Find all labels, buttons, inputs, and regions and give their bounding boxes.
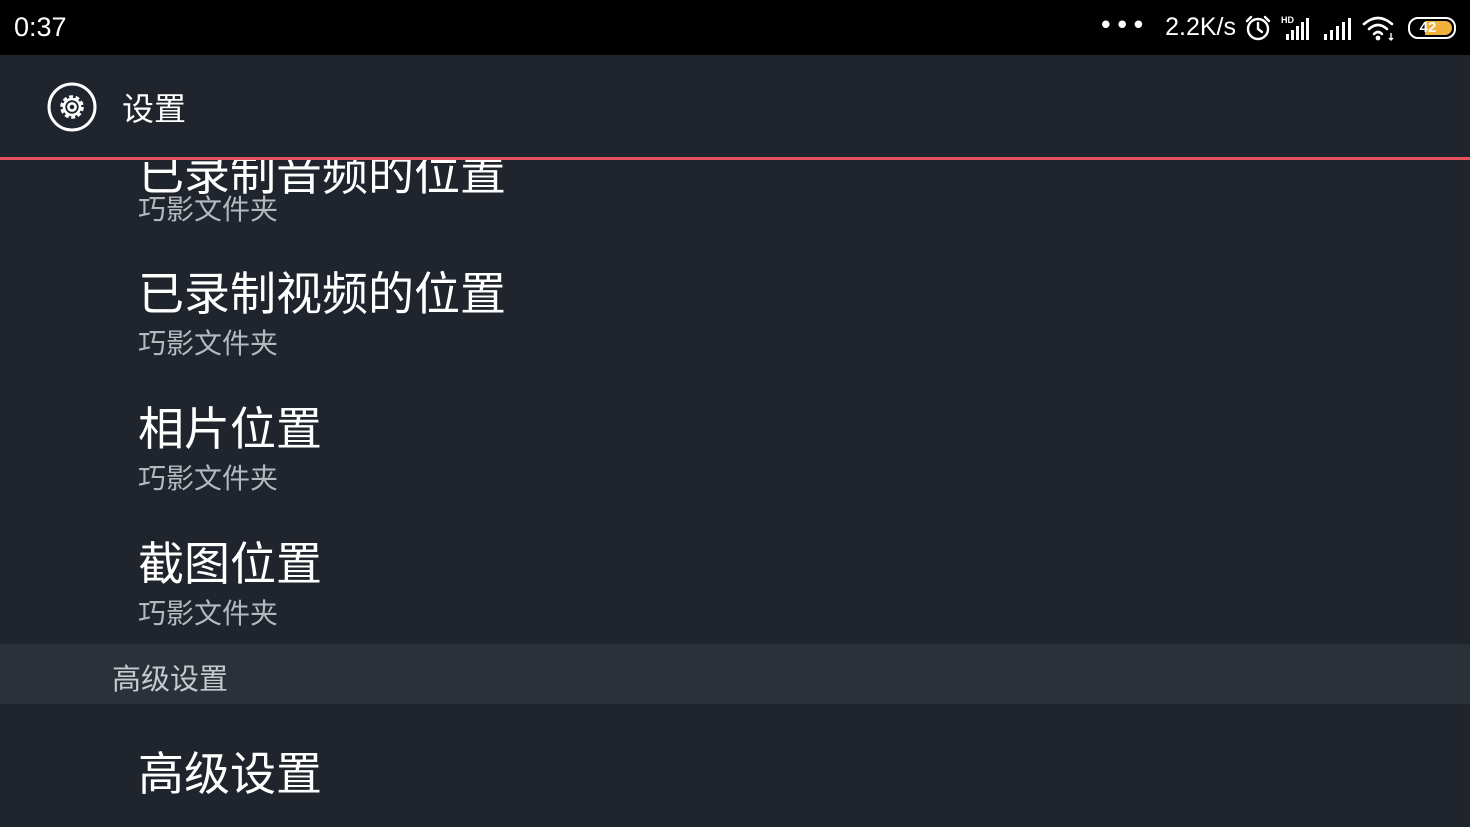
app-bar: 设置 xyxy=(0,55,1470,159)
gear-icon xyxy=(46,81,98,133)
pref-title: 已录制视频的位置 xyxy=(138,267,506,321)
pref-title: 高级设置 xyxy=(138,747,322,801)
pref-advanced-settings[interactable]: 高级设置 xyxy=(0,704,1470,827)
pref-summary: 巧影文件夹 xyxy=(138,193,279,226)
category-label: 高级设置 xyxy=(112,662,229,696)
pref-summary: 巧影文件夹 xyxy=(138,327,279,360)
screen: 0:37 ••• 2.2K/s HD 42 设置 已录制音频的位置 巧影文件夹 … xyxy=(0,0,1470,827)
pref-summary: 巧影文件夹 xyxy=(138,597,279,630)
page-title: 设置 xyxy=(122,90,187,128)
pref-photo-location[interactable]: 相片位置 巧影文件夹 xyxy=(0,379,1470,514)
pref-summary: 巧影文件夹 xyxy=(138,462,279,495)
app-bar-divider xyxy=(0,157,1470,160)
pref-title: 相片位置 xyxy=(138,402,322,456)
pref-title: 截图位置 xyxy=(138,537,322,591)
pref-video-location[interactable]: 已录制视频的位置 巧影文件夹 xyxy=(0,244,1470,379)
pref-screenshot-location[interactable]: 截图位置 巧影文件夹 xyxy=(0,514,1470,644)
category-header-advanced: 高级设置 xyxy=(0,644,1470,704)
